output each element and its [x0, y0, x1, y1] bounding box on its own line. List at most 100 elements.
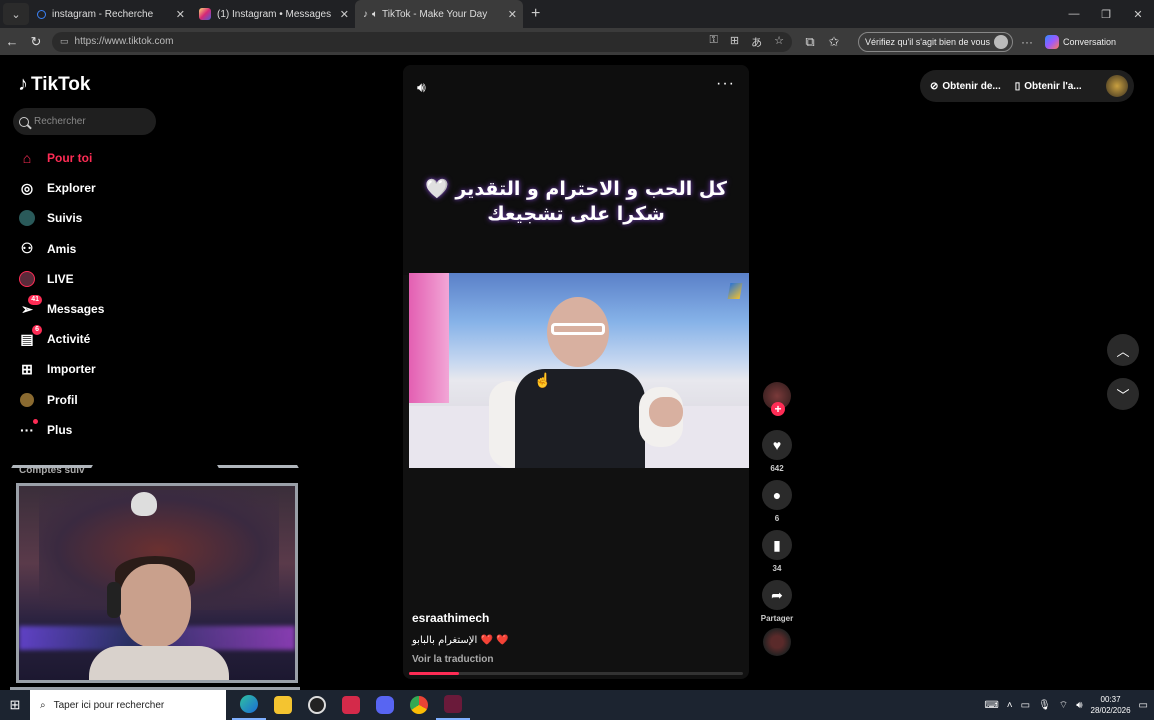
- video-progress-bar[interactable]: [409, 672, 743, 675]
- favorite-star-icon[interactable]: ☆: [774, 34, 784, 50]
- tab-title: TikTok - Make Your Day: [382, 8, 488, 20]
- tab-actions-menu[interactable]: ⌄: [3, 3, 29, 25]
- profile-verify-button[interactable]: Vérifiez qu'il s'agit bien de vous: [858, 31, 1014, 52]
- taskbar-search[interactable]: ⌕ Taper ici pour rechercher: [30, 690, 226, 720]
- verify-label: Vérifiez qu'il s'agit bien de vous: [865, 36, 991, 47]
- apps-icon[interactable]: ⊞: [730, 34, 739, 50]
- translate-icon[interactable]: あ: [751, 34, 762, 50]
- network-icon[interactable]: ▭: [1021, 700, 1030, 711]
- taskbar-app-explorer[interactable]: [266, 690, 300, 720]
- sidebar-item-label: Activité: [47, 332, 91, 347]
- copilot-icon: [1045, 34, 1060, 49]
- next-video-button[interactable]: ﹀: [1107, 378, 1139, 410]
- taskbar-clock[interactable]: 00:37 28/02/2026: [1091, 694, 1131, 716]
- start-button[interactable]: ⊞: [0, 690, 30, 720]
- translate-link[interactable]: Voir la traduction: [412, 654, 494, 665]
- wifi-icon[interactable]: ⌔: [1059, 699, 1068, 712]
- top-right-actions: ⊘ Obtenir de... ▯ Obtenir l'a...: [920, 70, 1134, 102]
- volume-icon[interactable]: 🔊︎: [1076, 700, 1082, 711]
- get-app-button[interactable]: ▯ Obtenir l'a...: [1015, 81, 1082, 92]
- chevron-up-icon[interactable]: ˄: [1007, 700, 1013, 711]
- more-options-icon[interactable]: ···: [1021, 35, 1033, 49]
- sidebar-item-messages[interactable]: ➢ 41 Messages: [18, 294, 104, 324]
- taskbar-app-red[interactable]: [334, 690, 368, 720]
- video-editor-icon: [444, 695, 462, 713]
- sidebar-nav: ⌂ Pour toi ◎ Explorer Suivis ⚇ Amis LIVE…: [18, 143, 104, 445]
- tiktok-logo[interactable]: ♪ TikTok: [18, 73, 90, 96]
- url-field[interactable]: ▭ https://www.tiktok.com ⚿ ⊞ あ ☆: [52, 31, 792, 52]
- creator-avatar[interactable]: +: [763, 382, 791, 416]
- like-button[interactable]: ♥: [762, 430, 792, 460]
- taskbar-app-chrome[interactable]: [402, 690, 436, 720]
- close-window-button[interactable]: ✕: [1122, 8, 1154, 21]
- site-info-icon[interactable]: ▭: [60, 36, 69, 47]
- like-count: 642: [770, 464, 784, 473]
- phone-icon: ▯: [1014, 80, 1021, 92]
- video-player[interactable]: 🔊︎ ··· كل الحب و الاحترام و التقدير 🤍 شك…: [403, 65, 749, 679]
- chrome-icon: [410, 696, 428, 714]
- more-icon: ···: [18, 418, 38, 439]
- minimize-button[interactable]: —: [1058, 8, 1090, 20]
- sidebar-item-suivis[interactable]: Suivis: [18, 203, 104, 233]
- get-coins-button[interactable]: ⊘ Obtenir de...: [930, 81, 1001, 92]
- share-button[interactable]: ➦: [762, 580, 792, 610]
- volume-icon[interactable]: 🔊︎: [417, 79, 426, 96]
- back-button[interactable]: ←: [0, 34, 24, 49]
- friends-icon: ⚇: [20, 240, 34, 257]
- clock-date: 28/02/2026: [1090, 706, 1131, 715]
- notifications-icon[interactable]: ▭: [1139, 700, 1148, 711]
- edge-icon: [240, 695, 258, 713]
- sidebar-item-label: Explorer: [47, 181, 96, 196]
- video-username[interactable]: esraathimech: [412, 611, 489, 625]
- sidebar-item-explorer[interactable]: ◎ Explorer: [18, 173, 104, 203]
- favorites-icon[interactable]: ✩: [822, 34, 846, 50]
- messages-badge: 41: [28, 295, 42, 306]
- share-label: Partager: [760, 614, 794, 623]
- sidebar-item-profil[interactable]: Profil: [18, 385, 104, 415]
- restore-button[interactable]: ❐: [1090, 8, 1122, 21]
- reload-button[interactable]: ↻: [24, 34, 48, 50]
- taskbar-app-vegas[interactable]: [436, 690, 470, 720]
- previous-video-button[interactable]: ︿: [1107, 334, 1139, 366]
- sidebar-item-pour-toi[interactable]: ⌂ Pour toi: [18, 143, 104, 173]
- tab-tiktok[interactable]: ♪ 🔈︎ TikTok - Make Your Day ✕: [355, 0, 523, 28]
- music-disc[interactable]: [763, 628, 791, 656]
- taskbar-app-discord[interactable]: [368, 690, 402, 720]
- speaker-icon[interactable]: 🔈︎: [372, 9, 378, 20]
- person-body: [89, 646, 229, 680]
- microphone-icon[interactable]: 🎙︎: [1038, 700, 1051, 711]
- sidebar-item-plus[interactable]: ··· Plus: [18, 415, 104, 445]
- tab-instagram-search[interactable]: instagram - Recherche ✕: [29, 0, 191, 28]
- video-more-icon[interactable]: ···: [716, 75, 735, 93]
- taskbar-app-edge[interactable]: [232, 690, 266, 720]
- tab-instagram-messages[interactable]: (1) Instagram • Messages ✕: [191, 0, 355, 28]
- tiktok-note-icon: ♪: [18, 73, 28, 95]
- split-screen-icon[interactable]: ⧉: [798, 34, 822, 50]
- share-icon: ➦: [771, 586, 783, 603]
- search-icon: ⌕: [40, 699, 46, 711]
- sidebar-item-amis[interactable]: ⚇ Amis: [18, 234, 104, 264]
- save-button[interactable]: ▮: [762, 530, 792, 560]
- key-icon[interactable]: ⚿: [710, 34, 718, 50]
- video-clip: [409, 273, 749, 468]
- compass-icon: ◎: [20, 179, 34, 196]
- keyboard-icon[interactable]: ⌨: [984, 700, 998, 711]
- close-icon[interactable]: ✕: [340, 8, 349, 21]
- following-icon: [18, 209, 36, 227]
- close-icon[interactable]: ✕: [176, 8, 185, 21]
- avatar[interactable]: [1106, 75, 1128, 97]
- search-input[interactable]: Rechercher: [13, 108, 156, 135]
- taskbar-app-obs[interactable]: [300, 690, 334, 720]
- close-icon[interactable]: ✕: [508, 8, 517, 21]
- app-icon: [342, 696, 360, 714]
- sidebar-item-importer[interactable]: ⊞ Importer: [18, 354, 104, 384]
- sidebar-item-activite[interactable]: ▤ 6 Activité: [18, 324, 104, 354]
- copilot-button[interactable]: Conversation: [1045, 34, 1116, 49]
- follow-plus-icon[interactable]: +: [771, 402, 785, 416]
- get-app-label: Obtenir l'a...: [1024, 80, 1082, 92]
- tab-title: instagram - Recherche: [52, 8, 154, 20]
- new-tab-button[interactable]: +: [531, 5, 540, 23]
- comment-button[interactable]: ●: [762, 480, 792, 510]
- sidebar-item-live[interactable]: LIVE: [18, 264, 104, 294]
- activity-icon: ▤ 6: [18, 325, 42, 348]
